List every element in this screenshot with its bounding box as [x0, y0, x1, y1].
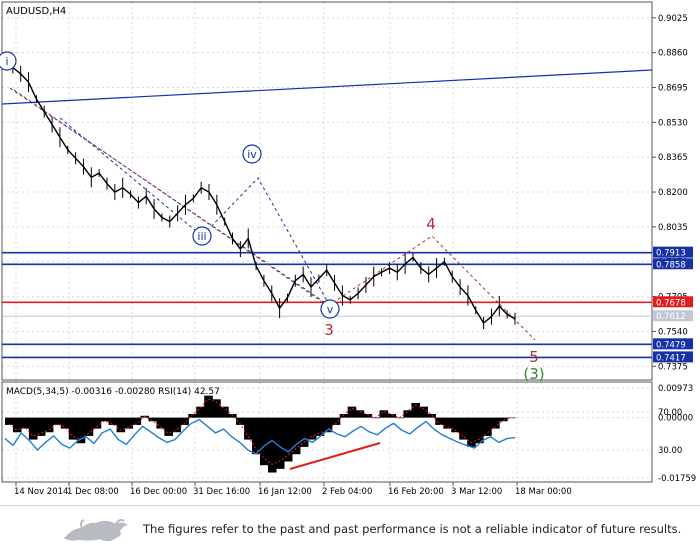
wave-label-5: 5: [529, 348, 539, 366]
macd-bar: [108, 417, 118, 425]
x-tick-label: 3 Mar 12:00: [451, 487, 502, 497]
x-tick-label: 18 Mar 00:00: [515, 487, 572, 497]
disclaimer-bar: The figures refer to the past and past p…: [0, 505, 700, 553]
macd-bar: [435, 417, 444, 425]
level-price-labels: 0.79130.7858 0.7678 0.7612 0.7479 0.7417: [653, 246, 693, 363]
macd-bar: [132, 417, 142, 425]
macd-bar: [220, 406, 229, 418]
main-chart-title: AUDUSD,H4: [6, 6, 66, 17]
x-tick-label: 2 Feb 04:00: [322, 487, 372, 497]
macd-bar: [164, 417, 173, 436]
x-tick-label: 14 Nov 2014: [14, 487, 68, 497]
y-tick-label: 0.8530: [658, 118, 688, 128]
macd-bar: [459, 417, 468, 440]
macd-bar: [483, 417, 492, 436]
x-tick-label: 16 Feb 20:00: [388, 487, 444, 497]
y-tick-label: 0.8695: [658, 84, 688, 94]
y-tick-label: 0.9025: [658, 14, 688, 24]
macd-bar: [427, 413, 436, 418]
bull-and-bear-logo-icon: [64, 519, 128, 542]
indicator-y-tick-label: 30.00: [658, 446, 682, 456]
macd-bar: [196, 406, 205, 418]
level-label: 0.7858: [656, 260, 686, 270]
macd-bar: [36, 417, 46, 436]
macd-bar: [283, 417, 293, 462]
wave-label-4: 4: [426, 215, 436, 233]
macd-bar: [403, 410, 413, 418]
indicator-y-tick-label: 0.00973: [658, 384, 693, 394]
macd-bar: [12, 417, 22, 433]
macd-bar: [499, 417, 508, 422]
x-tick-label: 1 Dec 08:00: [67, 487, 119, 497]
indicator-y-tick-label: -0.01759: [658, 474, 696, 484]
chart-svg: AUDUSD,H4 0.9025 0.8860 0.8695 0.8530 0.8365…: [0, 0, 700, 505]
wave-label-i: i: [5, 55, 8, 68]
level-label: 0.7612: [656, 312, 686, 322]
wave-label-iii: iii: [197, 230, 206, 243]
indicator-title: MACD(5,34,5) -0.00316 -0.00280 RSI(14) 4…: [6, 387, 220, 397]
indicator-y-tick-label: 0.00000: [658, 414, 693, 424]
y-tick-label: 0.8860: [658, 49, 688, 59]
y-tick-label: 0.8365: [658, 153, 688, 163]
level-label: 0.7479: [656, 340, 686, 350]
macd-bar: [68, 417, 78, 440]
macd-bar: [60, 417, 70, 429]
macd-bar: [100, 417, 110, 422]
y-tick-label: 0.8035: [658, 223, 688, 233]
chart-frame: AUDUSD,H4 0.9025 0.8860 0.8695 0.8530 0.8365…: [0, 0, 700, 505]
disclaimer-text: The figures refer to the past and past p…: [143, 522, 682, 536]
macd-bar: [244, 417, 253, 440]
y-tick-label: 0.7375: [658, 362, 688, 372]
macd-bar: [172, 417, 181, 433]
macd-bar: [260, 417, 269, 466]
macd-bar: [84, 417, 94, 436]
level-label: 0.7417: [656, 353, 686, 363]
level-label: 0.7913: [656, 249, 686, 259]
macd-bar: [20, 417, 30, 429]
macd-bar: [347, 406, 357, 418]
x-tick-label: 16 Jan 12:00: [258, 487, 312, 497]
macd-bar: [307, 417, 317, 440]
macd-bar: [148, 417, 158, 422]
x-tick-label: 31 Dec 16:00: [193, 487, 250, 497]
y-tick-label: 0.8200: [658, 188, 688, 198]
macd-bar: [299, 417, 309, 447]
macd-bar: [52, 417, 62, 425]
level-label: 0.7678: [656, 298, 686, 308]
y-tick-label: 0.7540: [658, 327, 688, 337]
wave-label-v: v: [327, 303, 334, 316]
x-tick-label: 16 Dec 00:00: [130, 487, 187, 497]
wave-label-3: 3: [324, 321, 334, 339]
wave-label-iv: iv: [247, 148, 257, 161]
macd-bar: [379, 410, 389, 418]
macd-bar: [252, 417, 261, 455]
wave-label-(3): (3): [523, 365, 544, 383]
macd-bar: [28, 417, 38, 440]
